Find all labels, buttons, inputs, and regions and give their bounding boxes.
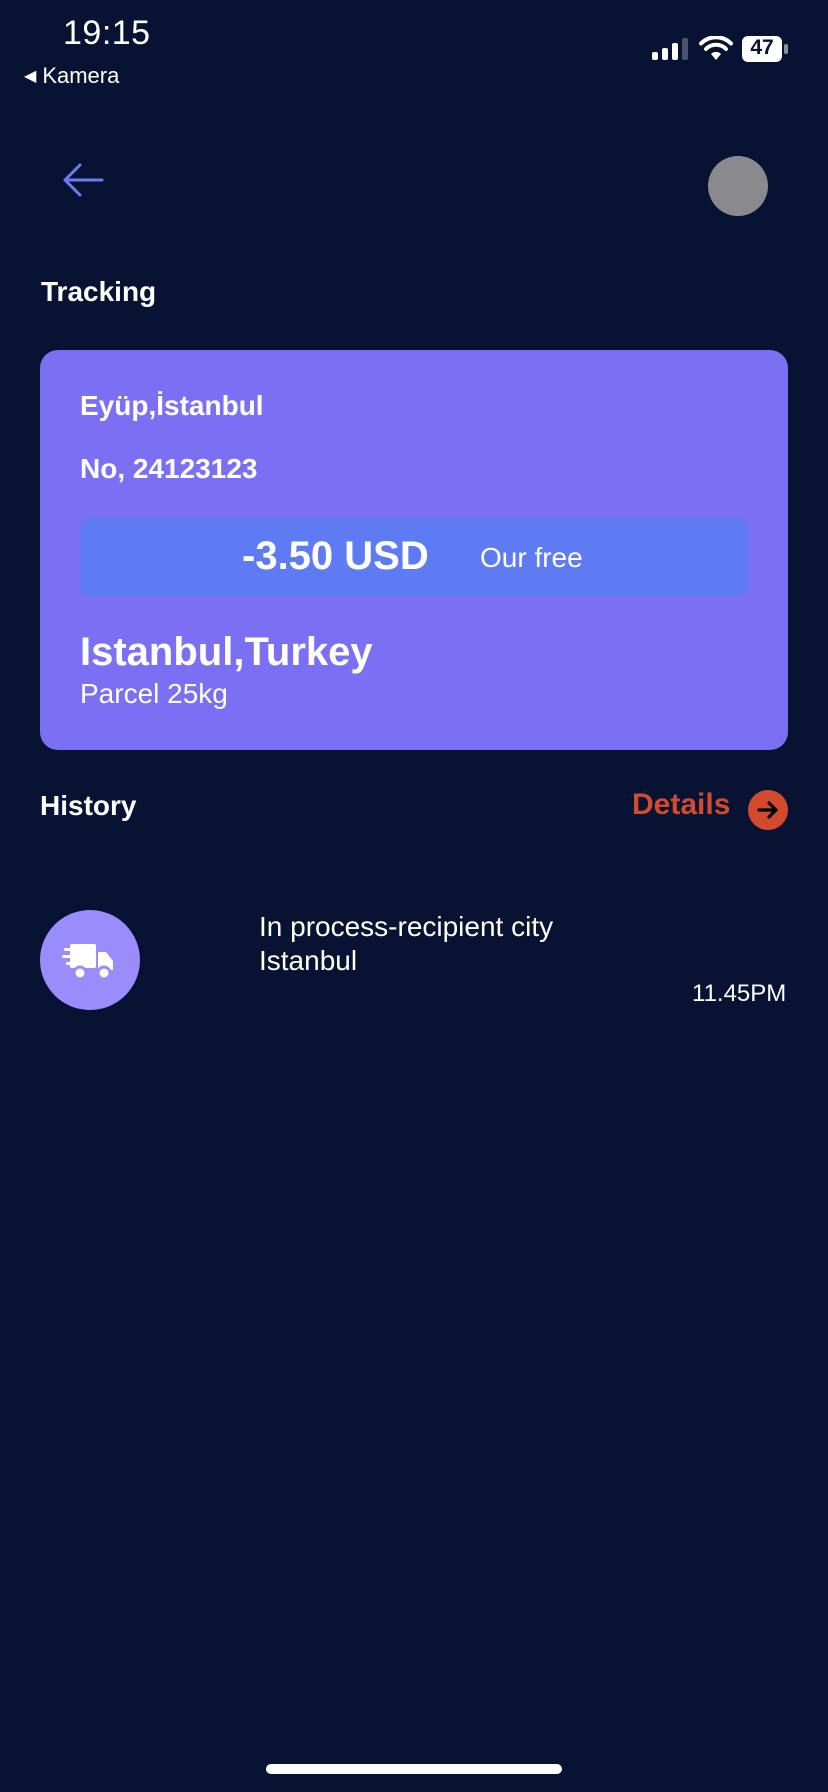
- back-to-app-link[interactable]: ◀ Kamera: [24, 63, 119, 89]
- status-time: 19:15: [63, 14, 151, 52]
- wifi-icon: [699, 36, 733, 60]
- details-button[interactable]: [748, 790, 788, 830]
- history-item-text: In process-recipient city Istanbul: [259, 910, 553, 978]
- history-item-time: 11.45PM: [692, 980, 787, 1007]
- home-indicator[interactable]: [266, 1764, 562, 1774]
- battery-level: 47: [750, 36, 774, 59]
- tracking-card: Eyüp,İstanbul No, 24123123 -3.50 USD Our…: [40, 350, 788, 750]
- history-item-status: In process-recipient city: [259, 911, 554, 942]
- history-item-icon-circle: [40, 910, 140, 1010]
- back-arrow-icon[interactable]: [60, 160, 106, 200]
- card-parcel: Parcel 25kg: [80, 678, 228, 709]
- page-title: Tracking: [41, 276, 157, 307]
- arrow-right-icon: [757, 801, 778, 819]
- price-amount: -3.50 USD: [242, 534, 429, 578]
- battery-icon: 47: [741, 35, 789, 63]
- back-app-label: Kamera: [42, 63, 120, 88]
- details-link[interactable]: Details: [632, 788, 730, 822]
- back-triangle-icon: ◀: [24, 68, 37, 85]
- price-box: -3.50 USD Our free: [80, 518, 748, 596]
- history-item-city: Istanbul: [259, 945, 358, 976]
- cellular-signal-icon: [652, 38, 688, 60]
- avatar[interactable]: [708, 156, 768, 216]
- fee-label: Our free: [480, 542, 583, 573]
- delivery-truck-icon: [62, 944, 113, 981]
- card-city: Istanbul,Turkey: [80, 630, 373, 674]
- card-tracking-number: No, 24123123: [80, 453, 258, 484]
- history-title: History: [40, 790, 137, 821]
- card-location: Eyüp,İstanbul: [80, 390, 264, 421]
